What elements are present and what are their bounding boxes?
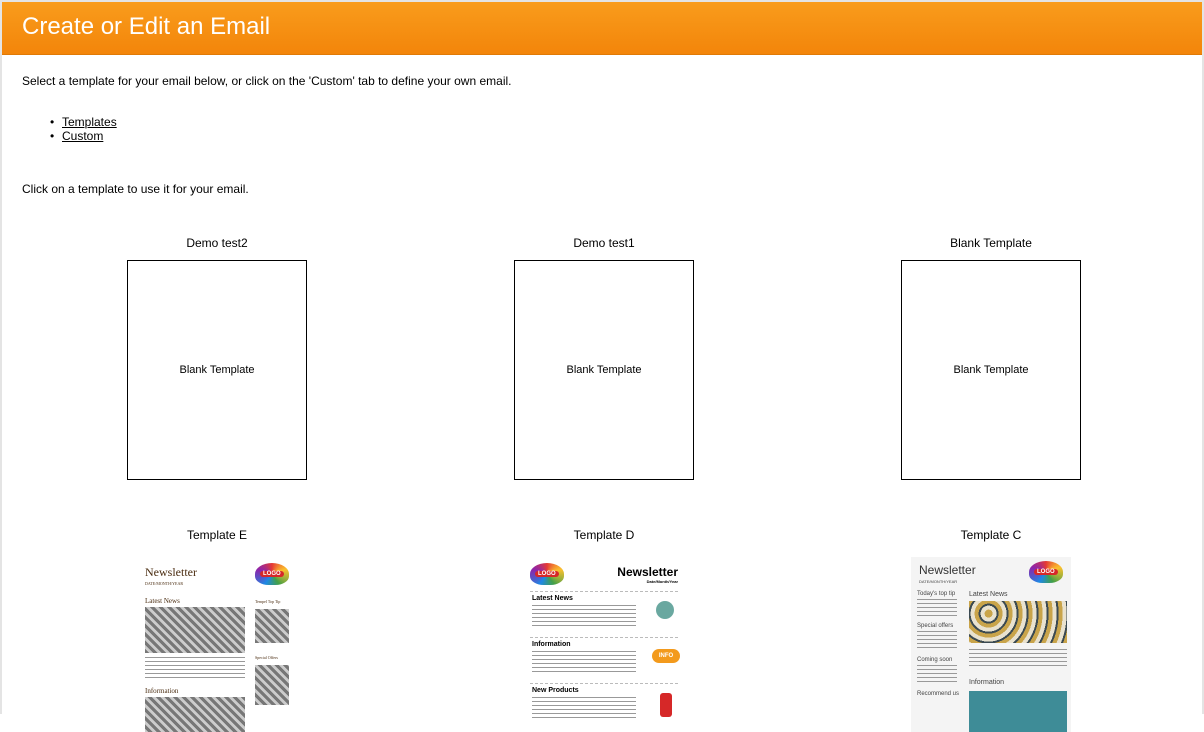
preview-side-section: Special Offers — [255, 655, 278, 660]
info-badge-icon: INFO — [652, 649, 680, 663]
preview-photo — [969, 691, 1067, 732]
preview-date: DATE/MONTH/YEAR — [145, 581, 183, 586]
preview-text-lines — [532, 697, 636, 719]
template-name: Demo test1 — [573, 236, 635, 250]
template-thumbnail[interactable]: Blank Template — [901, 260, 1081, 480]
logo-icon: LOGO — [530, 563, 564, 585]
divider — [530, 591, 678, 592]
preview-title: Newsletter — [919, 563, 976, 577]
template-thumbnail[interactable]: Blank Template — [514, 260, 694, 480]
template-name: Template E — [186, 528, 248, 542]
preview-section: Information — [969, 679, 1005, 686]
preview-text-lines — [917, 631, 957, 649]
preview-photo — [145, 697, 245, 732]
template-name: Blank Template — [950, 236, 1032, 250]
intro-text: Select a template for your email below, … — [22, 74, 512, 88]
preview-section: Latest News — [969, 591, 1008, 598]
template-thumbnail[interactable]: Newsletter DATE/MONTH/YEAR LOGO Latest N… — [127, 552, 307, 732]
tab-templates: • Templates — [50, 115, 117, 129]
tab-custom: • Custom — [50, 129, 104, 143]
preview-section: New Products — [532, 687, 579, 694]
preview-date: DATE/MONTH/YEAR — [919, 579, 958, 584]
preview-text-lines — [917, 599, 957, 617]
tab-list: • Templates • Custom — [50, 115, 117, 143]
preview-photo — [145, 607, 245, 653]
bird-icon — [656, 601, 674, 619]
preview-text-lines — [917, 665, 957, 683]
preview-side-section: Today's top tip — [917, 591, 956, 597]
newsletter-preview: Newsletter DATE/MONTH/YEAR LOGO Latest N… — [137, 557, 297, 732]
divider — [530, 683, 678, 684]
preview-text-lines — [145, 657, 245, 681]
preview-section: Information — [532, 641, 571, 648]
preview-text-lines — [532, 605, 636, 627]
page-title: Create or Edit an Email — [22, 13, 271, 40]
preview-section: Latest News — [532, 595, 573, 602]
preview-side-section: Coming soon — [917, 657, 953, 663]
preview-photo — [255, 665, 289, 705]
template-name: Template D — [573, 528, 635, 542]
template-name: Demo test2 — [186, 236, 248, 250]
robot-icon — [660, 693, 672, 717]
template-thumbnail[interactable]: Blank Template — [127, 260, 307, 480]
divider — [530, 637, 678, 638]
template-hint: Click on a template to use it for your e… — [22, 182, 249, 196]
logo-icon: LOGO — [1029, 561, 1063, 583]
preview-photo — [255, 609, 289, 643]
newsletter-preview: Newsletter DATE/MONTH/YEAR LOGO Today's … — [911, 557, 1071, 732]
preview-side-section: Recommend us — [917, 691, 960, 697]
preview-title: Newsletter — [617, 565, 678, 579]
template-thumbnail[interactable]: LOGO Newsletter Date/Month/Year Latest N… — [514, 552, 694, 732]
logo-icon: LOGO — [255, 563, 289, 585]
preview-title: Newsletter — [145, 565, 197, 579]
preview-section: Latest News — [145, 597, 180, 605]
newsletter-preview: LOGO Newsletter Date/Month/Year Latest N… — [524, 557, 684, 732]
page-header: Create or Edit an Email — [2, 2, 1202, 55]
thumbnail-text: Blank Template — [566, 364, 642, 376]
preview-section: Information — [145, 687, 179, 695]
preview-side-section: Special offers — [917, 623, 954, 629]
tab-templates-link[interactable]: Templates — [62, 115, 117, 129]
tab-custom-link[interactable]: Custom — [62, 129, 103, 143]
preview-text-lines — [532, 651, 636, 673]
preview-date: Date/Month/Year — [646, 579, 678, 584]
template-thumbnail[interactable]: Newsletter DATE/MONTH/YEAR LOGO Today's … — [901, 552, 1081, 732]
thumbnail-text: Blank Template — [953, 364, 1029, 376]
preview-photo — [969, 601, 1067, 643]
preview-text-lines — [969, 649, 1067, 667]
preview-side-section: Tempel Top Tip — [255, 599, 281, 604]
template-name: Template C — [960, 528, 1022, 542]
thumbnail-text: Blank Template — [179, 364, 255, 376]
